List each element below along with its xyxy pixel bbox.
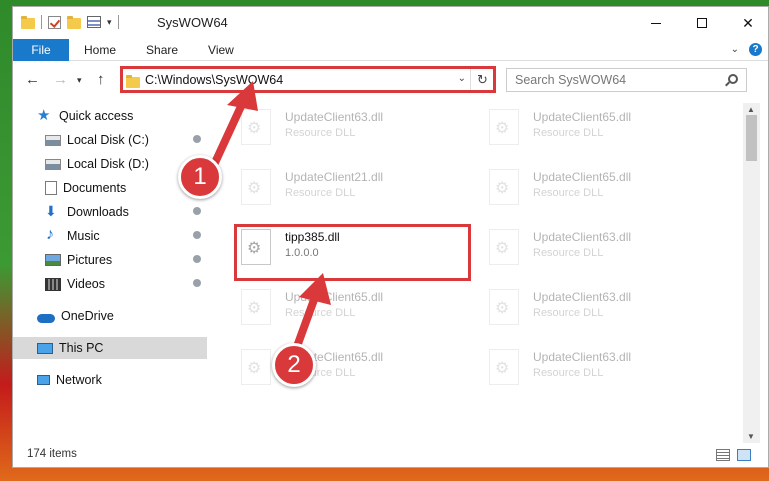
annotation-arrows — [209, 81, 331, 356]
arrow-1-shaft — [209, 98, 247, 171]
arrow-2-head — [299, 273, 331, 305]
step-2-badge: 2 — [272, 343, 316, 387]
step-1-badge: 1 — [178, 155, 222, 199]
arrow-1-head — [227, 81, 258, 111]
file-explorer-window: ▾ SysWOW64 ✕ File Home Share View ⌄ ? ← … — [12, 6, 769, 468]
